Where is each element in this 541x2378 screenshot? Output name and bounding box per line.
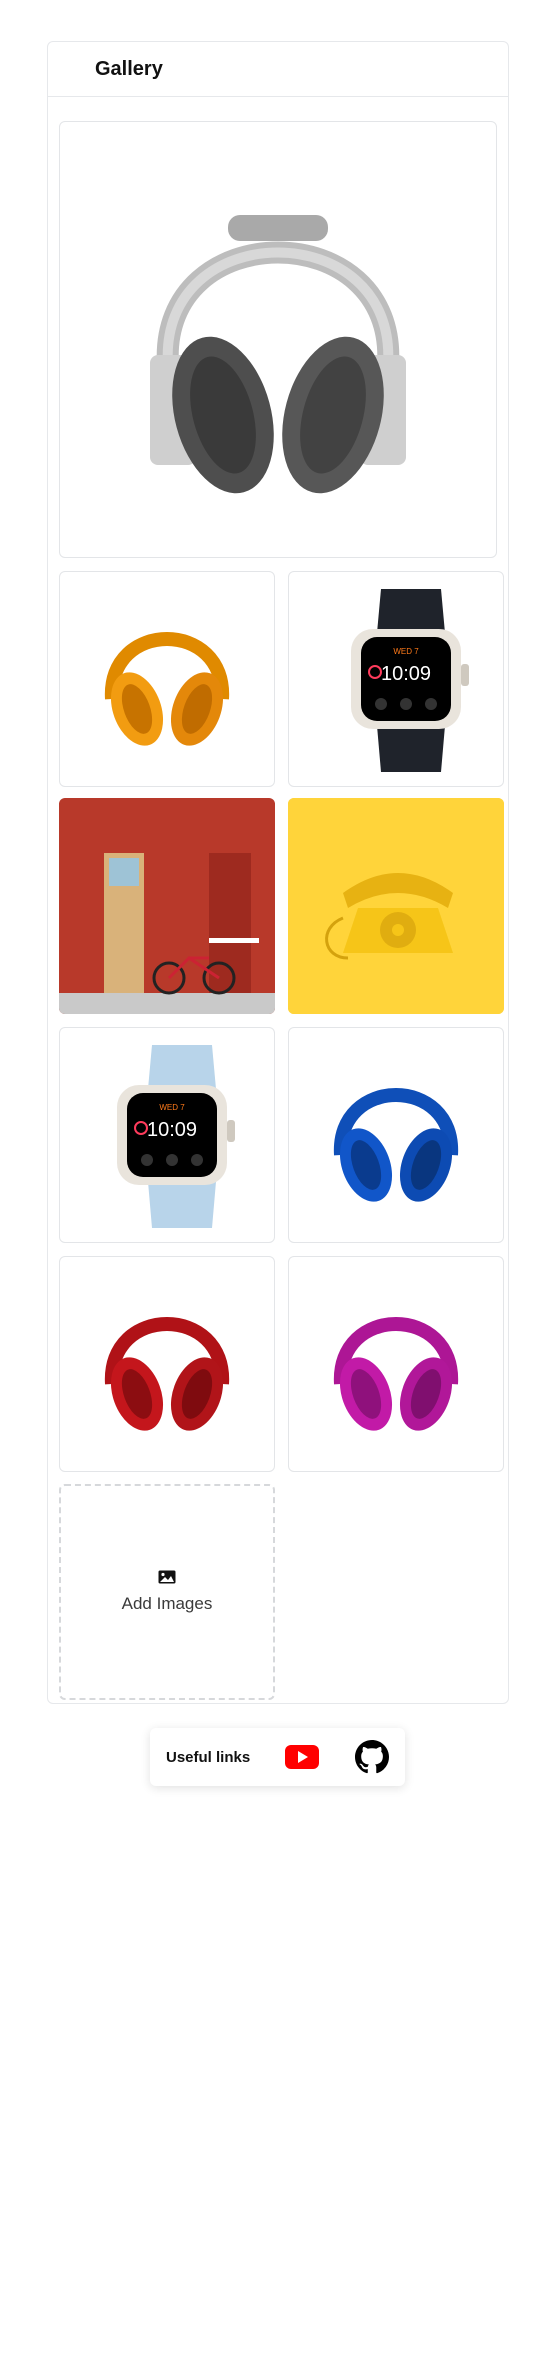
gallery-card: Gallery WED 7 10:09 WED 7 10:09 Add Imag… [47,41,509,1704]
headphones-blue-image [333,1088,459,1202]
gallery-image-tile[interactable]: WED 7 10:09 [59,1027,275,1243]
youtube-icon[interactable] [285,1745,319,1774]
image-icon [158,1570,176,1584]
gallery-image-tile[interactable] [288,798,504,1014]
useful-links-bar: Useful links [150,1728,405,1786]
yellow-phone-image [288,798,504,1014]
watch-midnight-image: WED 7 10:09 [351,589,469,772]
gallery-image-tile[interactable] [288,1027,504,1243]
add-images-label: Add Images [121,1594,213,1613]
add-images-dropzone[interactable]: Add Images [59,1484,275,1700]
featured-image[interactable] [59,121,497,558]
headphones-gray-image [150,214,406,493]
gallery-image-tile[interactable] [59,1256,275,1472]
useful-links-label: Useful links [166,1748,251,1766]
watch-time-text: 10:09 [381,663,431,685]
watch-day-text: WED 7 [393,647,419,656]
watch-day-text: WED 7 [159,1103,185,1112]
brick-wall-bicycle-image [59,798,275,1014]
github-icon[interactable] [355,1740,389,1779]
gallery-header: Gallery [48,42,508,97]
gallery-image-tile[interactable] [59,798,275,1014]
gallery-image-tile[interactable] [59,571,275,787]
gallery-title: Gallery [95,57,163,80]
watch-light-blue-image: WED 7 10:09 [117,1045,235,1228]
gallery-image-tile[interactable]: WED 7 10:09 [288,571,504,787]
headphones-orange-image [104,632,230,746]
gallery-image-tile[interactable] [288,1256,504,1472]
watch-time-text: 10:09 [147,1119,197,1141]
headphones-magenta-image [333,1317,459,1431]
headphones-red-image [104,1317,230,1431]
